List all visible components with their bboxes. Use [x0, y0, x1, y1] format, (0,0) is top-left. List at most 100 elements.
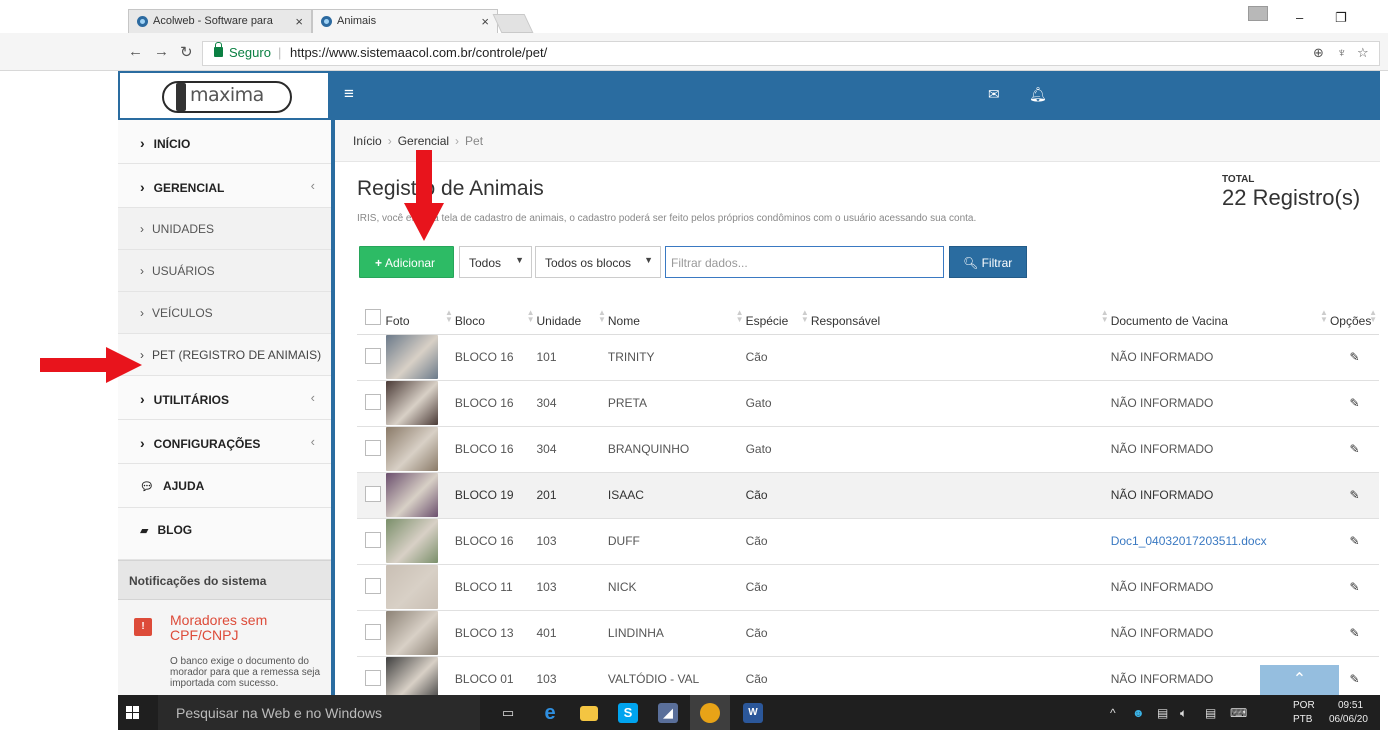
pencil-icon[interactable]: ✎ [1349, 350, 1359, 364]
pet-photo[interactable] [385, 657, 438, 695]
sidebar-item-utilitarios[interactable]: › UTILITÁRIOS ‹ [118, 376, 331, 420]
browser-tab-acolweb[interactable]: Acolweb - Software para × [128, 9, 312, 33]
mail-icon[interactable]: ✉ [988, 86, 1000, 103]
pet-photo[interactable] [385, 335, 438, 379]
pet-photo[interactable] [385, 611, 438, 655]
sidebar-item-configuracoes[interactable]: › CONFIGURAÇÕES ‹ [118, 420, 331, 464]
brand-logo[interactable]: maxima [118, 71, 330, 120]
row-checkbox[interactable] [365, 439, 381, 456]
task-view-icon[interactable]: ▭ [498, 703, 518, 723]
row-checkbox[interactable] [365, 623, 381, 640]
clock-time[interactable]: 09:51 [1338, 700, 1363, 711]
extension-icon[interactable]: ♆ [1337, 45, 1347, 60]
pencil-icon[interactable]: ✎ [1349, 534, 1359, 548]
url-text[interactable]: https://www.sistemaacol.com.br/controle/… [290, 45, 547, 60]
pencil-icon[interactable]: ✎ [1349, 626, 1359, 640]
taskbar-search-input[interactable]: Pesquisar na Web e no Windows [158, 695, 480, 730]
col-foto[interactable]: Foto ▲ ▼ [385, 303, 455, 335]
sidebar-item-inicio[interactable]: › INÍCIO [118, 120, 331, 164]
tab-close-icon[interactable]: × [481, 14, 489, 29]
col-nome[interactable]: Nome ▲ ▼ [607, 303, 746, 335]
table-row[interactable]: BLOCO 11 103 NICK Cão NÃO INFORMADO ✎ [357, 564, 1379, 611]
tray-app-icon[interactable]: ☻ [1132, 706, 1145, 720]
table-row[interactable]: BLOCO 16 304 BRANQUINHO Gato NÃO INFORMADO ✎ [357, 426, 1379, 473]
vaccine-document-link[interactable]: Doc1_04032017203511.docx [1111, 534, 1267, 548]
pencil-icon[interactable]: ✎ [1349, 672, 1359, 686]
row-checkbox[interactable] [365, 531, 381, 548]
sidebar-item-usuarios[interactable]: › USUÁRIOS [118, 250, 331, 292]
browser-tab-animais[interactable]: Animais × [312, 9, 498, 33]
pet-photo[interactable] [385, 565, 438, 609]
notification-title[interactable]: Moradores sem CPF/CNPJ [170, 613, 320, 643]
profile-icon[interactable] [1248, 6, 1268, 21]
back-icon[interactable]: ← [128, 43, 143, 60]
notifications-tray-icon[interactable]: ▤ [1205, 706, 1216, 720]
row-checkbox[interactable] [365, 393, 381, 410]
tray-chevron-icon[interactable]: ^ [1110, 706, 1116, 720]
pencil-icon[interactable]: ✎ [1349, 580, 1359, 594]
sidebar-item-pet[interactable]: › PET (REGISTRO DE ANIMAIS) [118, 334, 331, 376]
row-checkbox[interactable] [365, 347, 381, 364]
row-checkbox[interactable] [365, 669, 381, 686]
bloco-cell: BLOCO 01 [454, 656, 537, 695]
app-icon[interactable]: ◢ [658, 703, 678, 723]
keyboard-layout-indicator[interactable]: PTB [1293, 714, 1312, 725]
word-icon[interactable]: W [743, 703, 763, 723]
col-bloco[interactable]: Bloco ▲ ▼ [454, 303, 537, 335]
col-unidade[interactable]: Unidade ▲ ▼ [536, 303, 608, 335]
keyboard-icon[interactable]: ⌨ [1230, 706, 1247, 720]
forward-icon[interactable]: → [154, 43, 169, 60]
windows-start-icon[interactable] [126, 706, 140, 720]
new-tab-button[interactable] [492, 14, 534, 33]
table-row[interactable]: BLOCO 13 401 LINDINHA Cão NÃO INFORMADO ✎ [357, 610, 1379, 657]
table-row[interactable]: BLOCO 16 304 PRETA Gato NÃO INFORMADO ✎ [357, 380, 1379, 427]
volume-icon[interactable]: 🔈︎ [1180, 706, 1187, 721]
bookmark-star-icon[interactable]: ☆ [1357, 45, 1369, 61]
table-row[interactable]: BLOCO 16 101 TRINITY Cão NÃO INFORMADO ✎ [357, 334, 1379, 381]
sidebar-item-unidades[interactable]: › UNIDADES [118, 208, 331, 250]
block-filter-select[interactable]: Todos os blocos ▼ [535, 246, 661, 278]
col-documento[interactable]: Documento de Vacina ▲ ▼ [1110, 303, 1330, 335]
breadcrumb-home[interactable]: Início [353, 134, 382, 148]
edge-browser-icon[interactable]: e [540, 703, 560, 723]
pencil-icon[interactable]: ✎ [1349, 442, 1359, 456]
row-checkbox[interactable] [365, 577, 381, 594]
network-icon[interactable]: ▤ [1157, 706, 1168, 720]
col-responsavel[interactable]: Responsável ▲ ▼ [810, 303, 1111, 335]
sidebar-item-veiculos[interactable]: › VEÍCULOS [118, 292, 331, 334]
table-row[interactable]: BLOCO 19 201 ISAAC Cão NÃO INFORMADO ✎ [357, 472, 1379, 519]
tab-close-icon[interactable]: × [295, 14, 303, 29]
sidebar-item-gerencial[interactable]: › GERENCIAL ‹ [118, 164, 331, 208]
reload-icon[interactable]: ↻ [180, 43, 193, 61]
filter-button[interactable]: 🔍︎ Filtrar [949, 246, 1027, 278]
table-row[interactable]: BLOCO 01 103 VALTÓDIO - VAL Cão NÃO INFORMAD… [357, 656, 1379, 695]
search-input[interactable]: Filtrar dados... [665, 246, 944, 278]
scroll-to-top-button[interactable]: ⌃ [1260, 665, 1339, 695]
table-row[interactable]: BLOCO 16 103 DUFF Cão Doc1_04032017203511.do… [357, 518, 1379, 565]
select-all-checkbox[interactable] [365, 308, 381, 325]
minimize-icon[interactable]: – [1296, 10, 1303, 25]
pet-photo[interactable] [385, 473, 438, 517]
row-checkbox[interactable] [365, 485, 381, 502]
add-button[interactable]: + Adicionar [359, 246, 454, 278]
col-especie[interactable]: Espécie ▲ ▼ [745, 303, 811, 335]
pencil-icon[interactable]: ✎ [1349, 488, 1359, 502]
clock-date[interactable]: 06/06/20 [1329, 714, 1368, 725]
bell-icon[interactable]: 🔔︎ [1029, 86, 1047, 103]
sidebar-item-ajuda[interactable]: 💬︎ AJUDA [118, 464, 331, 508]
status-filter-select[interactable]: Todos ▼ [459, 246, 532, 278]
skype-icon[interactable]: S [618, 703, 638, 723]
menu-icon[interactable]: ≡ [344, 84, 354, 104]
zoom-icon[interactable]: ⊕ [1313, 45, 1324, 61]
pet-photo[interactable] [385, 427, 438, 471]
language-indicator[interactable]: POR [1293, 700, 1315, 711]
file-explorer-icon[interactable] [580, 706, 598, 721]
breadcrumb-section[interactable]: Gerencial [398, 134, 449, 148]
pet-photo[interactable] [385, 381, 438, 425]
pencil-icon[interactable]: ✎ [1349, 396, 1359, 410]
sidebar-item-blog[interactable]: ▰ BLOG [118, 508, 331, 560]
chrome-icon[interactable] [700, 703, 720, 723]
col-opcoes[interactable]: Opções ▲ ▼ [1329, 303, 1379, 335]
pet-photo[interactable] [385, 519, 438, 563]
restore-icon[interactable]: ❐ [1335, 10, 1347, 26]
